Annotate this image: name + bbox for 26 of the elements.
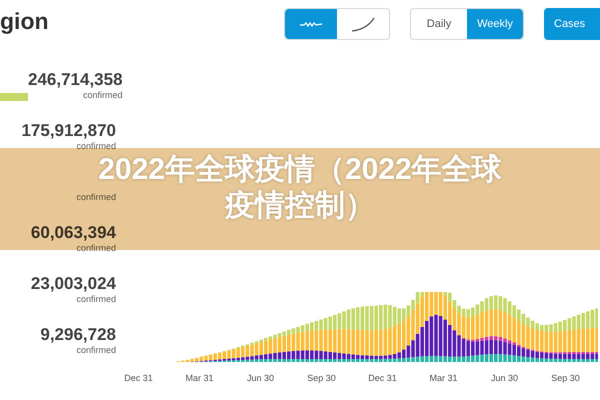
- x-axis-label: Sep 30: [306, 372, 337, 385]
- x-axis-label: Dec 31: [123, 372, 154, 385]
- confirmed-label: confirmed: [76, 293, 116, 305]
- banner-title-line: 疫情控制）: [225, 188, 375, 224]
- x-axis-label: Dec 31: [367, 372, 398, 385]
- x-axis-label: Jun 30: [246, 372, 276, 385]
- chart-style-toggle[interactable]: [285, 9, 337, 39]
- x-axis-label: Mar 31: [428, 372, 458, 385]
- cases-button[interactable]: Cases: [544, 8, 600, 40]
- wave-icon: [299, 20, 323, 28]
- confirmed-count: 23,003,024: [30, 274, 116, 293]
- confirmed-label: confirmed: [83, 89, 123, 101]
- confirmed-label: confirmed: [76, 191, 116, 203]
- region-bar: [0, 93, 28, 101]
- confirmed-count: 175,912,870: [21, 121, 116, 140]
- x-axis-label: Jun 30: [490, 372, 520, 385]
- period-tab[interactable]: Weekly: [467, 9, 523, 39]
- x-axis-label: Sep 30: [550, 372, 581, 385]
- page-title: gion: [0, 7, 50, 36]
- confirmed-count: 9,296,728: [40, 325, 116, 344]
- confirmed-label: confirmed: [76, 344, 116, 356]
- confirmed-count: 246,714,358: [28, 70, 123, 89]
- banner-title-line: 2022年全球疫情（2022年全球: [98, 152, 502, 188]
- curve-icon: [351, 16, 375, 32]
- confirmed-count: 60,063,394: [30, 223, 116, 242]
- x-axis-label: Mar 31: [184, 372, 214, 385]
